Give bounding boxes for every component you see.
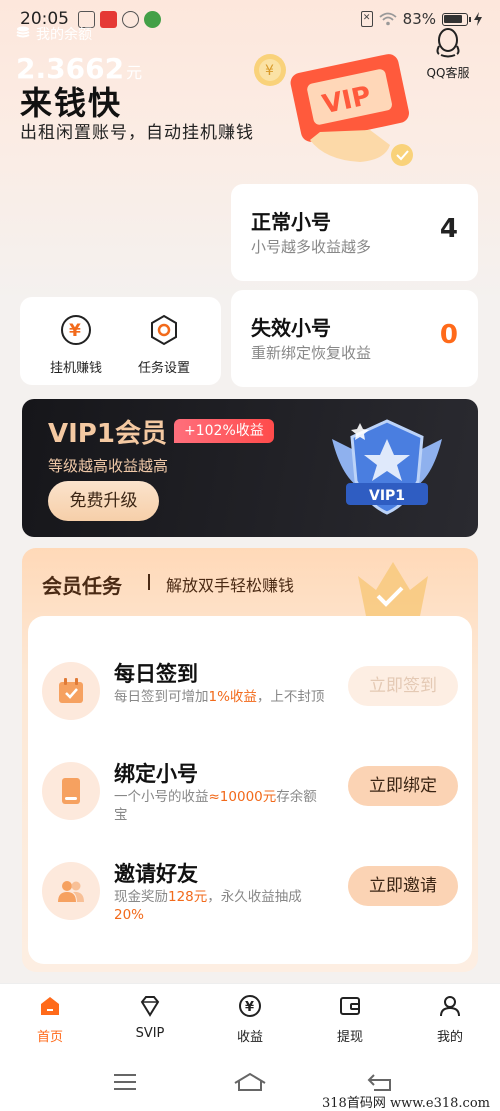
nav-profile[interactable]: 我的 <box>410 994 490 1045</box>
invalid-accounts-card[interactable]: 失效小号 重新绑定恢复收益 0 <box>231 290 478 387</box>
menu-icon[interactable] <box>112 1071 138 1093</box>
charging-icon <box>474 12 482 26</box>
nav-svip-label: SVIP <box>135 1026 165 1041</box>
task-title: 绑定小号 <box>114 762 198 786</box>
user-icon <box>440 996 460 1017</box>
diamond-icon <box>140 996 160 1017</box>
settings-hexagon-icon <box>151 314 177 346</box>
task-desc: 每日签到可增加1%收益，上不封顶 <box>114 689 325 705</box>
qq-penguin-icon <box>436 28 460 58</box>
invalid-accounts-desc: 重新绑定恢复收益 <box>251 344 372 362</box>
home-icon <box>41 997 59 1015</box>
tasks-subtitle: 解放双手轻松赚钱 <box>166 576 295 595</box>
task-title: 邀请好友 <box>114 862 198 886</box>
task-settings-label: 任务设置 <box>137 361 190 376</box>
normal-accounts-desc: 小号越多收益越多 <box>251 238 372 256</box>
svg-text:¥: ¥ <box>245 1000 254 1015</box>
vip-banner[interactable]: VIP1会员 +102%收益 等级越高收益越高 免费升级 VIP1 <box>22 399 478 537</box>
yuan-icon: ¥ <box>239 995 261 1017</box>
svg-text:¥: ¥ <box>69 321 81 341</box>
normal-accounts-count: 4 <box>439 214 458 244</box>
nav-earnings-label: 收益 <box>236 1030 263 1045</box>
yuan-coin-icon: ¥ <box>61 315 91 345</box>
balance-value: 2.3662 元 <box>16 52 142 85</box>
phone-icon-wrap <box>42 762 100 820</box>
wifi-icon <box>379 12 397 26</box>
back-icon[interactable] <box>366 1071 394 1093</box>
invalid-accounts-count: 0 <box>439 320 458 350</box>
bind-account-button[interactable]: 立即绑定 <box>348 766 458 806</box>
vip-shield-badge-icon: VIP1 <box>332 419 442 515</box>
calendar-icon-wrap <box>42 662 100 720</box>
nav-home[interactable]: 首页 <box>10 994 90 1045</box>
bottom-nav: 首页 SVIP ¥ 收益 提现 我的 <box>0 983 500 1053</box>
home-nav-icon[interactable] <box>232 1071 268 1093</box>
svg-text:¥: ¥ <box>265 63 274 79</box>
phone-icon <box>62 778 80 804</box>
watermark: 318首码网 www.e318.com <box>322 1096 490 1111</box>
task-settings-button[interactable]: 任务设置 <box>124 313 204 376</box>
users-icon-wrap <box>42 862 100 920</box>
task-row-invite-friends: 邀请好友 现金奖励128元，永久收益抽成20% 立即邀请 <box>28 846 472 936</box>
balance-unit: 元 <box>126 63 143 82</box>
crown-icon <box>358 562 428 616</box>
app-notification-icon <box>100 11 117 28</box>
nav-withdraw[interactable]: 提现 <box>310 994 390 1045</box>
hang-earn-label: 挂机赚钱 <box>49 361 102 376</box>
checkin-button[interactable]: 立即签到 <box>348 666 458 706</box>
balance-label: 我的余额 <box>36 27 92 43</box>
nav-svip[interactable]: SVIP <box>110 994 190 1041</box>
battery-icon <box>442 12 471 26</box>
app-notification-icon <box>144 11 161 28</box>
users-icon <box>58 881 84 902</box>
qq-service-button[interactable]: QQ客服 <box>418 28 478 81</box>
vip-badge-text: VIP1 <box>369 488 405 504</box>
task-row-daily-checkin: 每日签到 每日签到可增加1%收益，上不封顶 立即签到 <box>28 646 472 736</box>
invite-button[interactable]: 立即邀请 <box>348 866 458 906</box>
vip-level-title: VIP1会员 <box>48 419 167 449</box>
normal-accounts-title: 正常小号 <box>251 210 331 234</box>
vip-bonus-tag: +102%收益 <box>174 419 274 443</box>
nav-withdraw-label: 提现 <box>336 1030 363 1045</box>
task-desc: 一个小号的收益≈10000元存余额宝 <box>114 789 317 823</box>
normal-accounts-card[interactable]: 正常小号 小号越多收益越多 4 <box>231 184 478 281</box>
app-subtitle: 出租闲置账号，自动挂机赚钱 <box>20 123 254 143</box>
free-upgrade-button[interactable]: 免费升级 <box>48 481 159 521</box>
task-row-bind-account: 绑定小号 一个小号的收益≈10000元存余额宝 立即绑定 <box>28 746 472 836</box>
wallet-icon <box>340 997 360 1015</box>
invalid-accounts-title: 失效小号 <box>251 316 331 340</box>
member-tasks-panel: 会员任务 解放双手轻松赚钱 每日签到 每日签到可增加1%收益，上不封顶 立即签到 <box>22 548 478 972</box>
task-desc: 现金奖励128元，永久收益抽成20% <box>114 889 302 923</box>
nav-profile-label: 我的 <box>436 1030 463 1045</box>
task-title: 每日签到 <box>114 662 198 686</box>
qq-service-label: QQ客服 <box>426 66 470 80</box>
tools-card: ¥ 挂机赚钱 任务设置 <box>20 297 221 385</box>
vip-card-illustration: ¥ VIP <box>254 54 413 166</box>
no-sim-icon: ✕ <box>360 11 373 27</box>
calendar-icon <box>59 678 83 703</box>
battery-percent: 83% <box>402 10 436 28</box>
app-notification-icon <box>122 11 139 28</box>
balance-amount: 2.3662 <box>16 52 125 85</box>
nav-home-label: 首页 <box>36 1030 63 1045</box>
tasks-title-divider <box>148 574 150 590</box>
tasks-list: 每日签到 每日签到可增加1%收益，上不封顶 立即签到 绑定小号 一个小号的收益≈… <box>28 616 472 964</box>
hang-earn-button[interactable]: ¥ 挂机赚钱 <box>36 313 116 376</box>
vip-desc: 等级越高收益越高 <box>48 457 169 475</box>
nav-earnings[interactable]: ¥ 收益 <box>210 994 290 1045</box>
coins-icon <box>16 26 30 38</box>
tasks-title: 会员任务 <box>42 574 122 598</box>
